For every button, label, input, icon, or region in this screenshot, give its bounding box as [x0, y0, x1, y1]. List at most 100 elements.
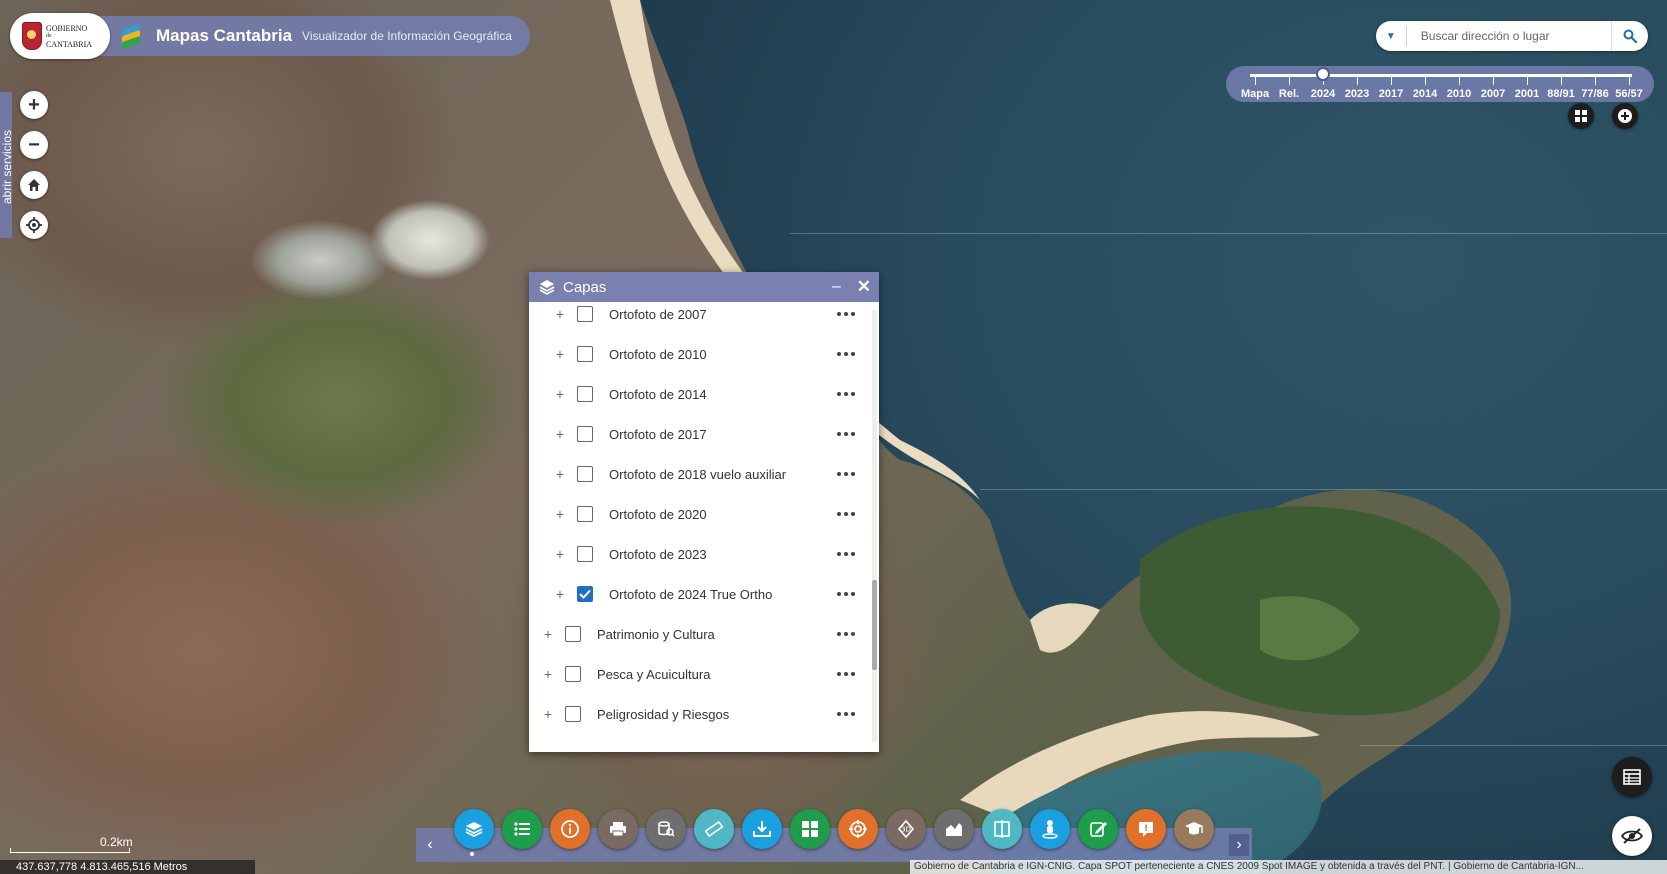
layer-item: + Pesca y Acuicultura	[529, 654, 867, 694]
timeline-label[interactable]: 2007	[1481, 88, 1505, 100]
close-icon[interactable]: ✕	[857, 277, 871, 297]
education-icon	[1185, 822, 1203, 835]
timeline-label[interactable]: 88/91	[1547, 88, 1575, 100]
toolbar-button[interactable]	[454, 809, 494, 849]
layer-label[interactable]: Peligrosidad y Riesgos	[597, 707, 729, 722]
zoom-in-button[interactable]: +	[20, 91, 48, 119]
expand-icon[interactable]: +	[541, 666, 555, 682]
expand-icon[interactable]: +	[541, 706, 555, 722]
toolbar-button[interactable]	[790, 809, 830, 849]
layers-panel-header[interactable]: Capas – ✕	[529, 272, 879, 302]
layer-label[interactable]: Ortofoto de 2023	[609, 547, 707, 562]
more-options-icon[interactable]	[837, 632, 855, 636]
timeline-label[interactable]: 2017	[1379, 88, 1403, 100]
layer-label[interactable]: Pesca y Acuicultura	[597, 667, 710, 682]
more-options-icon[interactable]	[837, 552, 855, 556]
expand-icon[interactable]: +	[553, 506, 567, 522]
more-options-icon[interactable]	[837, 312, 855, 316]
timeline-label[interactable]: 2024	[1311, 88, 1335, 100]
timeline-track[interactable]	[1250, 74, 1632, 77]
timeline-label[interactable]: 2001	[1515, 88, 1539, 100]
layer-label[interactable]: Patrimonio y Cultura	[597, 627, 715, 642]
layer-label[interactable]: Ortofoto de 2024 True Ortho	[609, 587, 772, 602]
toolbar-button[interactable]	[1174, 809, 1214, 849]
search-button[interactable]	[1611, 21, 1648, 51]
layer-label[interactable]: Ortofoto de 2010	[609, 347, 707, 362]
search-input[interactable]	[1418, 28, 1612, 44]
toolbar-button[interactable]	[550, 809, 590, 849]
hide-interface-button[interactable]	[1612, 816, 1652, 856]
timeline-label[interactable]: 2023	[1345, 88, 1369, 100]
toolbar-button[interactable]	[502, 809, 542, 849]
table-view-button[interactable]	[1612, 757, 1652, 797]
more-options-icon[interactable]	[837, 672, 855, 676]
expand-icon[interactable]: +	[553, 466, 567, 482]
layer-checkbox[interactable]	[577, 506, 593, 522]
timeline-label[interactable]: 56/57	[1615, 88, 1643, 100]
layer-checkbox[interactable]	[577, 586, 593, 602]
timeline-label[interactable]: 2010	[1447, 88, 1471, 100]
locate-me-button[interactable]	[20, 211, 48, 239]
timeline-slider-handle[interactable]	[1316, 67, 1330, 81]
more-options-icon[interactable]	[837, 392, 855, 396]
timeline-label[interactable]: 2014	[1413, 88, 1437, 100]
more-options-icon[interactable]	[837, 352, 855, 356]
timeline-label[interactable]: Mapa	[1241, 88, 1269, 100]
layer-checkbox[interactable]	[577, 546, 593, 562]
expand-icon[interactable]: +	[553, 386, 567, 402]
toolbar-button[interactable]	[982, 809, 1022, 849]
layer-checkbox[interactable]	[577, 426, 593, 442]
layer-label[interactable]: Ortofoto de 2018 vuelo auxiliar	[609, 467, 786, 482]
layer-checkbox[interactable]	[577, 466, 593, 482]
expand-icon[interactable]: +	[553, 586, 567, 602]
expand-icon[interactable]: +	[553, 306, 567, 322]
toolbar-button[interactable]: !	[1126, 809, 1166, 849]
toolbar-button[interactable]: 3D	[886, 809, 926, 849]
expand-icon[interactable]: +	[553, 546, 567, 562]
toolbar-button[interactable]	[934, 809, 974, 849]
home-button[interactable]	[20, 171, 48, 199]
toolbar-button[interactable]	[598, 809, 638, 849]
layer-checkbox[interactable]	[577, 346, 593, 362]
layer-checkbox[interactable]	[565, 626, 581, 642]
toolbar-next-button[interactable]: ›	[1229, 834, 1249, 856]
toolbar-button[interactable]	[838, 809, 878, 849]
timeline-label[interactable]: 77/86	[1581, 88, 1609, 100]
layer-item: + Ortofoto de 2018 vuelo auxiliar	[529, 454, 867, 494]
timeline-label[interactable]: Rel.	[1279, 88, 1299, 100]
add-layer-button[interactable]	[1612, 103, 1638, 129]
zoom-out-button[interactable]: −	[20, 131, 48, 159]
layer-checkbox[interactable]	[565, 706, 581, 722]
services-tab-label[interactable]: abrir servicios	[0, 102, 14, 232]
expand-icon[interactable]: +	[553, 346, 567, 362]
layers-panel-title: Capas	[563, 278, 607, 296]
toolbar-button[interactable]	[694, 809, 734, 849]
toolbar-button[interactable]	[1030, 809, 1070, 849]
layer-checkbox[interactable]	[577, 306, 593, 322]
government-logo[interactable]: GOBIERNO de CANTABRIA	[10, 13, 110, 59]
layers-scrollbar-thumb[interactable]	[872, 580, 877, 670]
layer-checkbox[interactable]	[577, 386, 593, 402]
toolbar-button[interactable]	[742, 809, 782, 849]
more-options-icon[interactable]	[837, 512, 855, 516]
toolbar-button[interactable]	[1078, 809, 1118, 849]
timeline-tick	[1391, 77, 1392, 85]
expand-icon[interactable]: +	[553, 426, 567, 442]
layer-label[interactable]: Ortofoto de 2017	[609, 427, 707, 442]
layer-checkbox[interactable]	[565, 666, 581, 682]
toolbar-button[interactable]	[646, 809, 686, 849]
layer-label[interactable]: Ortofoto de 2014	[609, 387, 707, 402]
search-mode-dropdown[interactable]: ▼	[1376, 26, 1407, 46]
more-options-icon[interactable]	[837, 472, 855, 476]
minimize-icon[interactable]: –	[832, 278, 841, 296]
layer-label[interactable]: Ortofoto de 2020	[609, 507, 707, 522]
more-options-icon[interactable]	[837, 592, 855, 596]
more-options-icon[interactable]	[837, 712, 855, 716]
layer-label[interactable]: Ortofoto de 2007	[609, 307, 707, 322]
layers-scrollbar[interactable]	[872, 310, 877, 742]
more-options-icon[interactable]	[837, 432, 855, 436]
basemap-grid-button[interactable]	[1568, 103, 1594, 129]
expand-icon[interactable]: +	[541, 626, 555, 642]
gov-line-2: de	[46, 32, 52, 39]
toolbar-prev-button[interactable]: ‹	[420, 834, 440, 856]
